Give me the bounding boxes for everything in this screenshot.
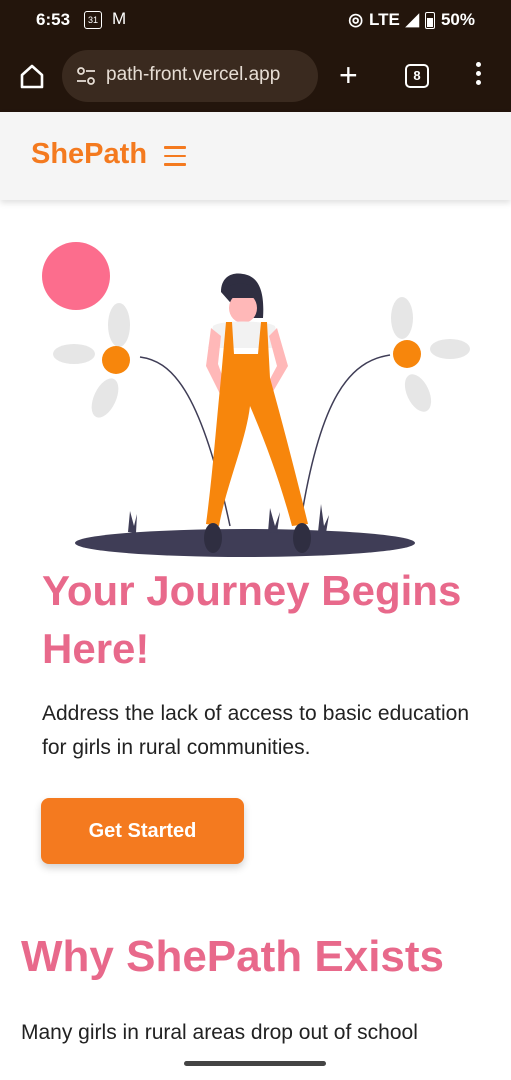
browser-menu-icon[interactable] <box>476 62 482 89</box>
right-flower <box>299 297 470 527</box>
tab-switcher-button[interactable]: 8 <box>405 64 429 88</box>
hotspot-icon: ◎ <box>348 10 364 29</box>
url-text[interactable]: path-front.vercel.app <box>106 64 280 86</box>
battery-level: 50% <box>440 10 475 29</box>
site-settings-icon[interactable] <box>76 66 96 86</box>
signal-icon: ◢ <box>405 10 419 29</box>
status-time: 6:53 <box>36 10 71 29</box>
ground-shadow <box>75 529 415 557</box>
girl-figure <box>204 273 311 553</box>
site-navbar: ShePath <box>0 112 511 200</box>
sun-circle <box>42 242 110 310</box>
why-section-text: Many girls in rural areas drop out of sc… <box>21 1021 418 1044</box>
site-logo[interactable]: ShePath <box>31 138 147 171</box>
left-flower <box>53 303 231 527</box>
hero-illustration <box>42 242 470 557</box>
address-bar[interactable]: path-front.vercel.app <box>62 50 318 102</box>
new-tab-button[interactable]: + <box>339 59 358 91</box>
get-started-button[interactable]: Get Started <box>41 798 244 864</box>
gesture-navigation-bar[interactable] <box>184 1061 326 1066</box>
status-indicators: ◎ LTE ◢ 50% <box>348 10 475 30</box>
hero-description: Address the lack of access to basic educ… <box>42 702 469 759</box>
browser-toolbar: path-front.vercel.app + 8 <box>0 40 511 112</box>
gmail-icon: M <box>112 9 127 28</box>
home-icon[interactable] <box>18 62 46 90</box>
hamburger-menu-icon[interactable] <box>164 146 186 172</box>
battery-icon <box>424 11 435 29</box>
status-bar: 6:53 31 M ◎ LTE ◢ 50% <box>0 0 511 40</box>
calendar-icon: 31 <box>84 11 102 29</box>
why-section-title: Why ShePath Exists <box>21 932 445 981</box>
network-type: LTE <box>369 10 400 29</box>
hero-title: Your Journey Begins Here! <box>42 567 462 672</box>
